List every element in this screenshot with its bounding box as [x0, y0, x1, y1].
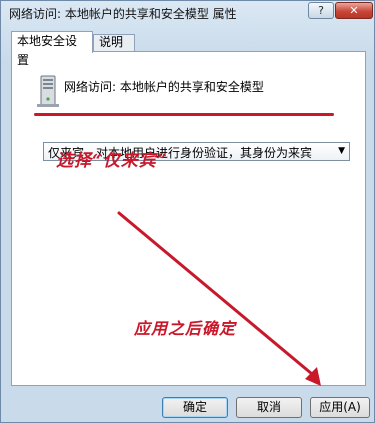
annotation-apply-then-ok: 应用之后确定	[134, 319, 237, 338]
policy-title: 网络访问: 本地帐户的共享和安全模型	[64, 80, 264, 94]
tab-explain[interactable]: 说明	[93, 34, 135, 51]
title-bar[interactable]: 网络访问: 本地帐户的共享和安全模型 属性 ? ✕	[1, 1, 374, 25]
close-button[interactable]: ✕	[335, 2, 373, 19]
red-underline-annotation	[34, 113, 334, 116]
help-button[interactable]: ?	[308, 2, 334, 19]
tab-local-security-setting[interactable]: 本地安全设置	[11, 31, 93, 67]
window-title: 网络访问: 本地帐户的共享和安全模型 属性	[9, 7, 237, 21]
properties-dialog: 网络访问: 本地帐户的共享和安全模型 属性 ? ✕ 本地安全设置 说明 网络访问…	[0, 0, 375, 423]
chevron-down-icon[interactable]: ▼	[338, 146, 345, 156]
computer-icon	[37, 75, 59, 107]
cancel-button[interactable]: 取消	[236, 397, 302, 418]
ok-button[interactable]: 确定	[162, 397, 228, 418]
annotation-select-guest: 选择“仅来宾”	[56, 151, 168, 171]
apply-button[interactable]: 应用(A)	[310, 397, 370, 418]
